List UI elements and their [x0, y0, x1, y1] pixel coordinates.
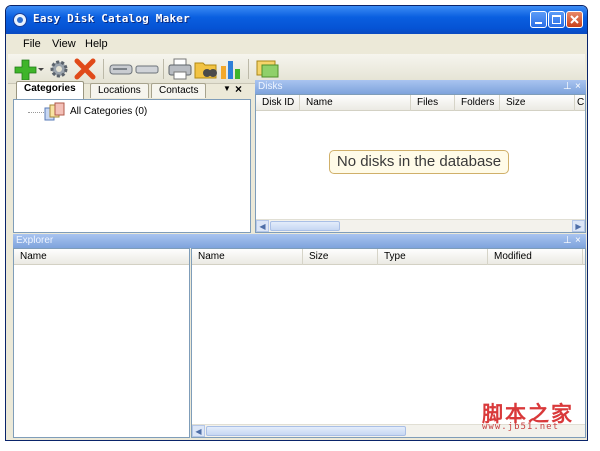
disk-flat-icon [135, 65, 159, 74]
menu-help[interactable]: Help [85, 38, 108, 50]
col-list-size[interactable]: Size [303, 249, 378, 265]
categories-panel: All Categories (0) [13, 99, 251, 233]
col-list-name[interactable]: Name [192, 249, 303, 265]
col-list-modified[interactable]: Modified [488, 249, 583, 265]
maximize-icon [552, 15, 561, 24]
col-disk-id[interactable]: Disk ID [256, 95, 300, 111]
empty-disks-message: No disks in the database [329, 150, 509, 174]
explorer-tree-panel: Name [13, 248, 190, 438]
panel-close-icon[interactable]: × [235, 82, 242, 96]
toolbar-separator [248, 59, 249, 79]
col-c[interactable]: C [575, 95, 585, 111]
scroll-thumb[interactable] [270, 221, 340, 231]
info-icon [256, 60, 279, 78]
title-bar[interactable]: Easy Disk Catalog Maker [6, 6, 587, 34]
settings-button[interactable] [48, 58, 72, 80]
tree-item-all-categories[interactable]: All Categories (0) [70, 106, 147, 117]
chart-icon [221, 61, 240, 79]
col-size[interactable]: Size [500, 95, 575, 111]
minimize-icon [535, 22, 542, 24]
col-files[interactable]: Files [411, 95, 455, 111]
tab-contacts[interactable]: Contacts [151, 83, 207, 98]
chart-button[interactable] [219, 58, 243, 80]
col-folders[interactable]: Folders [455, 95, 500, 111]
print-button[interactable] [168, 58, 192, 80]
explorer-panel-header: Explorer ⊥ × [13, 234, 586, 248]
col-list-type[interactable]: Type [378, 249, 488, 265]
left-panel-tabs: Categories Locations Contacts ▼ × [13, 81, 250, 99]
col-tree-name[interactable]: Name [14, 249, 189, 265]
scroll-left-arrow-icon[interactable]: ◀ [192, 425, 205, 437]
app-logo-icon [13, 13, 27, 27]
window-title: Easy Disk Catalog Maker [33, 12, 190, 25]
menu-bar: File View Help [6, 34, 587, 53]
explorer-list-header: Name Size Type Modified [192, 249, 585, 265]
pin-icon[interactable]: ⊥ [563, 80, 572, 94]
find-button[interactable] [194, 58, 218, 80]
toolbar-separator [103, 59, 104, 79]
watermark-url: www.jb51.net [482, 422, 560, 432]
toolbar-separator [163, 59, 164, 79]
maximize-button[interactable] [548, 11, 565, 28]
scan-disk-button[interactable] [109, 58, 133, 80]
watermark: 脚本之家 www.jb51.net [482, 398, 574, 432]
scroll-thumb[interactable] [206, 426, 406, 436]
tab-categories[interactable]: Categories [16, 81, 84, 99]
add-icon [14, 59, 44, 81]
panel-menu-chevron-icon[interactable]: ▼ [223, 84, 231, 93]
disks-close-icon[interactable]: × [575, 80, 581, 94]
menu-file[interactable]: File [23, 38, 41, 50]
pin-icon[interactable]: ⊥ [563, 234, 572, 248]
scroll-right-arrow-icon[interactable]: ▶ [572, 220, 585, 232]
close-button[interactable] [566, 11, 583, 28]
print-icon [168, 58, 192, 80]
add-button[interactable] [14, 58, 44, 81]
scroll-left-arrow-icon[interactable]: ◀ [256, 220, 269, 232]
disk-flat-button[interactable] [135, 58, 159, 80]
disk-icon [109, 64, 133, 75]
info-button[interactable] [256, 58, 280, 80]
disks-horizontal-scrollbar[interactable]: ◀ ▶ [256, 219, 585, 232]
settings-icon [50, 60, 68, 78]
minimize-button[interactable] [530, 11, 547, 28]
explorer-panel-title: Explorer [16, 235, 54, 246]
delete-icon [74, 58, 96, 80]
explorer-close-icon[interactable]: × [575, 234, 581, 248]
close-icon [570, 15, 579, 24]
app-window: Easy Disk Catalog Maker File View Help C… [5, 5, 588, 441]
menu-view[interactable]: View [52, 38, 76, 50]
disks-column-header: Disk ID Name Files Folders Size C [256, 95, 585, 111]
col-name[interactable]: Name [300, 95, 411, 111]
categories-tree-icon [44, 102, 65, 121]
tab-locations[interactable]: Locations [90, 83, 149, 98]
delete-button[interactable] [74, 58, 98, 80]
find-icon [194, 62, 217, 79]
disks-panel-title: Disks [258, 81, 283, 92]
disks-panel-header: Disks ⊥ × [255, 80, 586, 94]
explorer-tree-header: Name [14, 249, 189, 265]
